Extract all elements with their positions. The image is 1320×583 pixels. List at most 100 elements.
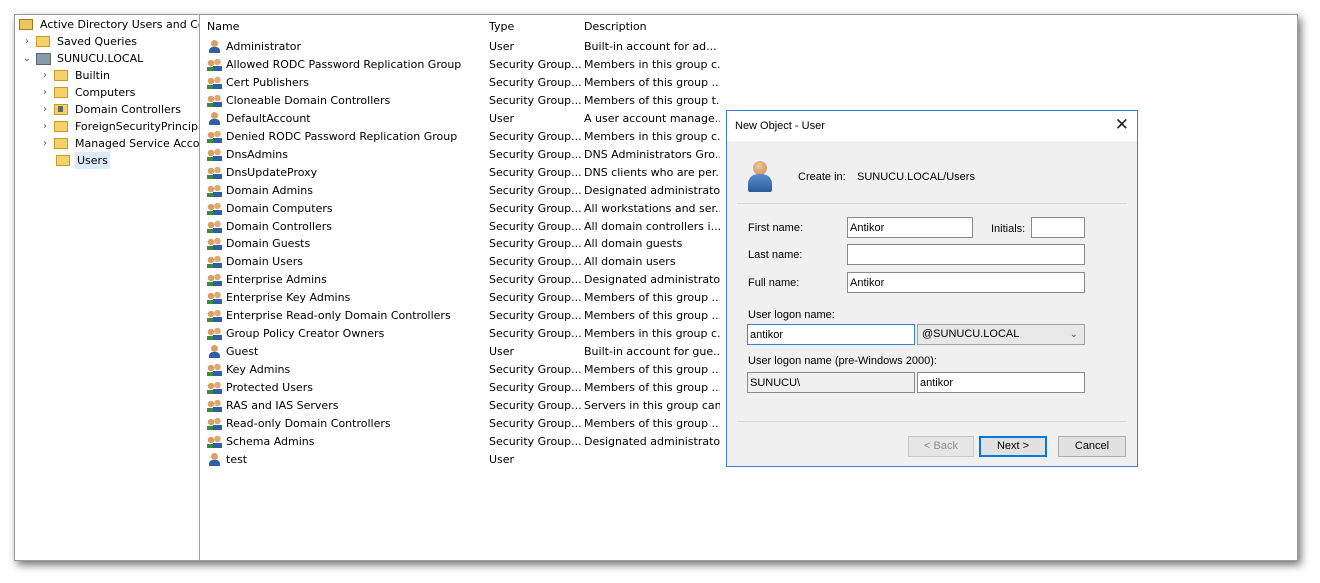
list-item[interactable]: Domain Guests Security Group... All domain… — [201, 235, 721, 253]
type-cell: Security Group... — [489, 416, 581, 430]
tree-item-domain[interactable]: ⌄ SUNUCU.LOCAL — [21, 50, 145, 67]
group-icon — [207, 255, 223, 269]
tree-item-computers[interactable]: › Computers — [39, 84, 137, 101]
list-item[interactable]: Enterprise Read-only Domain Controllers S… — [201, 307, 721, 325]
type-cell: Security Group... — [489, 291, 581, 305]
next-button[interactable]: Next > — [979, 436, 1047, 457]
list-item[interactable]: Protected Users Security Group... Members … — [201, 379, 721, 397]
upn-suffix-value: @SUNUCU.LOCAL — [922, 328, 1020, 340]
name-cell: Enterprise Key Admins — [207, 289, 483, 307]
user-logon-name-field[interactable] — [747, 324, 915, 345]
list-item[interactable]: Domain Computers Security Group... All wor… — [201, 200, 721, 218]
list-item[interactable]: Schema Admins Security Group... Designated… — [201, 433, 721, 451]
list-item[interactable]: Denied RODC Password Replication Group Se… — [201, 128, 721, 146]
upn-suffix-dropdown[interactable]: @SUNUCU.LOCAL ⌄ — [917, 324, 1085, 345]
name-cell: Domain Computers — [207, 200, 483, 218]
description-cell: All domain users — [584, 255, 676, 269]
type-cell: Security Group... — [489, 129, 581, 143]
cancel-button[interactable]: Cancel — [1058, 436, 1126, 457]
tree-item-builtin[interactable]: › Builtin — [39, 67, 112, 84]
dialog-titlebar[interactable]: New Object - User ✕ — [727, 111, 1137, 141]
chevron-down-icon[interactable]: ⌄ — [21, 50, 33, 67]
list-item[interactable]: Guest User Built-in account for gue... — [201, 343, 721, 361]
list-item[interactable]: DnsUpdateProxy Security Group... DNS clien… — [201, 164, 721, 182]
description-cell: Members of this group ... — [584, 363, 720, 377]
list-item[interactable]: test User — [201, 451, 721, 469]
list-item[interactable]: Cert Publishers Security Group... Members … — [201, 74, 721, 92]
chevron-right-icon[interactable]: › — [21, 33, 33, 50]
chevron-right-icon[interactable]: › — [39, 135, 51, 152]
chevron-right-icon[interactable]: › — [39, 84, 51, 101]
pre-windows-2000-logon-field[interactable] — [917, 372, 1085, 393]
name-cell: Guest — [207, 343, 483, 361]
list-item[interactable]: Enterprise Admins Security Group... Design… — [201, 271, 721, 289]
list-item[interactable]: Cloneable Domain Controllers Security Gro… — [201, 92, 721, 110]
list-item[interactable]: Domain Admins Security Group... Designated… — [201, 182, 721, 200]
name-cell: Cloneable Domain Controllers — [207, 92, 483, 110]
description-cell: All workstations and ser... — [584, 201, 720, 215]
group-icon — [207, 363, 223, 377]
list-item[interactable]: Group Policy Creator Owners Security Grou… — [201, 325, 721, 343]
tree-item-managed-service-accour[interactable]: › Managed Service Accour — [39, 135, 199, 152]
group-icon — [207, 220, 223, 234]
tree-item-domain-controllers[interactable]: › Domain Controllers — [39, 101, 183, 118]
chevron-right-icon[interactable]: › — [39, 67, 51, 84]
list-item[interactable]: DnsAdmins Security Group... DNS Administra… — [201, 146, 721, 164]
chevron-right-icon[interactable]: › — [39, 101, 51, 118]
object-name: Allowed RODC Password Replication Group — [226, 57, 462, 71]
tree-root[interactable]: Active Directory Users and Com — [19, 16, 200, 33]
description-cell: Built-in account for gue... — [584, 345, 720, 359]
close-icon[interactable]: ✕ — [1115, 115, 1129, 135]
type-cell: Security Group... — [489, 165, 581, 179]
object-name: Domain Computers — [226, 201, 333, 215]
type-cell: Security Group... — [489, 381, 581, 395]
list-item[interactable]: Allowed RODC Password Replication Group S… — [201, 56, 721, 74]
group-icon — [207, 309, 223, 323]
description-cell: DNS Administrators Gro... — [584, 147, 720, 161]
column-header-name[interactable]: Name — [207, 18, 239, 35]
description-cell: Members of this group ... — [584, 416, 720, 430]
type-cell: Security Group... — [489, 399, 581, 412]
object-name: Domain Controllers — [226, 219, 333, 233]
list-item[interactable]: Key Admins Security Group... Members of th… — [201, 361, 721, 379]
description-cell: All domain guests — [584, 237, 683, 251]
description-cell: Members of this group t... — [584, 93, 720, 107]
list-item[interactable]: Domain Controllers Security Group... All d… — [201, 218, 721, 236]
tree-item-foreignsecurityprincipals[interactable]: › ForeignSecurityPrincipals — [39, 118, 199, 135]
initials-field[interactable] — [1031, 217, 1085, 238]
chevron-right-icon[interactable]: › — [39, 118, 51, 135]
create-in-value: SUNUCU.LOCAL/Users — [857, 171, 975, 183]
tree-root-label: Active Directory Users and Com — [40, 18, 200, 31]
list-item[interactable]: Enterprise Key Admins Security Group... Me… — [201, 289, 721, 307]
list-item[interactable]: RAS and IAS Servers Security Group... Serv… — [201, 397, 721, 415]
description-cell: Servers in this group can... — [584, 399, 720, 412]
object-name: RAS and IAS Servers — [226, 399, 339, 412]
first-name-field[interactable] — [847, 217, 973, 238]
list-item[interactable]: Read-only Domain Controllers Security Gro… — [201, 415, 721, 433]
object-list: Name Type Description Administrator User B… — [201, 15, 721, 560]
pre-windows-2000-label: User logon name (pre-Windows 2000): — [748, 355, 937, 367]
back-button[interactable]: < Back — [908, 436, 974, 457]
divider — [737, 203, 1127, 204]
type-cell: Security Group... — [489, 434, 581, 448]
group-icon — [207, 184, 223, 198]
tree-item-users[interactable]: Users — [51, 152, 110, 169]
list-item[interactable]: Domain Users Security Group... All domain … — [201, 253, 721, 271]
name-cell: Enterprise Read-only Domain Controllers — [207, 307, 483, 325]
tree-item-saved-queries[interactable]: › Saved Queries — [21, 33, 139, 50]
full-name-field[interactable] — [847, 272, 1085, 293]
description-cell: Members of this group ... — [584, 291, 720, 305]
name-cell: Administrator — [207, 38, 483, 56]
list-item[interactable]: Administrator User Built-in account for ad… — [201, 38, 721, 56]
folder-icon — [54, 121, 68, 132]
tree-item-label: Computers — [75, 86, 136, 99]
last-name-field[interactable] — [847, 244, 1085, 265]
column-header-type[interactable]: Type — [489, 18, 514, 35]
name-cell: test — [207, 451, 483, 469]
object-name: Group Policy Creator Owners — [226, 327, 385, 341]
column-header-description[interactable]: Description — [584, 18, 647, 35]
new-object-user-dialog: New Object - User ✕ Create in: SUNUCU.LO… — [726, 110, 1138, 467]
user-icon — [746, 161, 774, 193]
list-item[interactable]: DefaultAccount User A user account manage.… — [201, 110, 721, 128]
name-cell: DefaultAccount — [207, 110, 483, 128]
